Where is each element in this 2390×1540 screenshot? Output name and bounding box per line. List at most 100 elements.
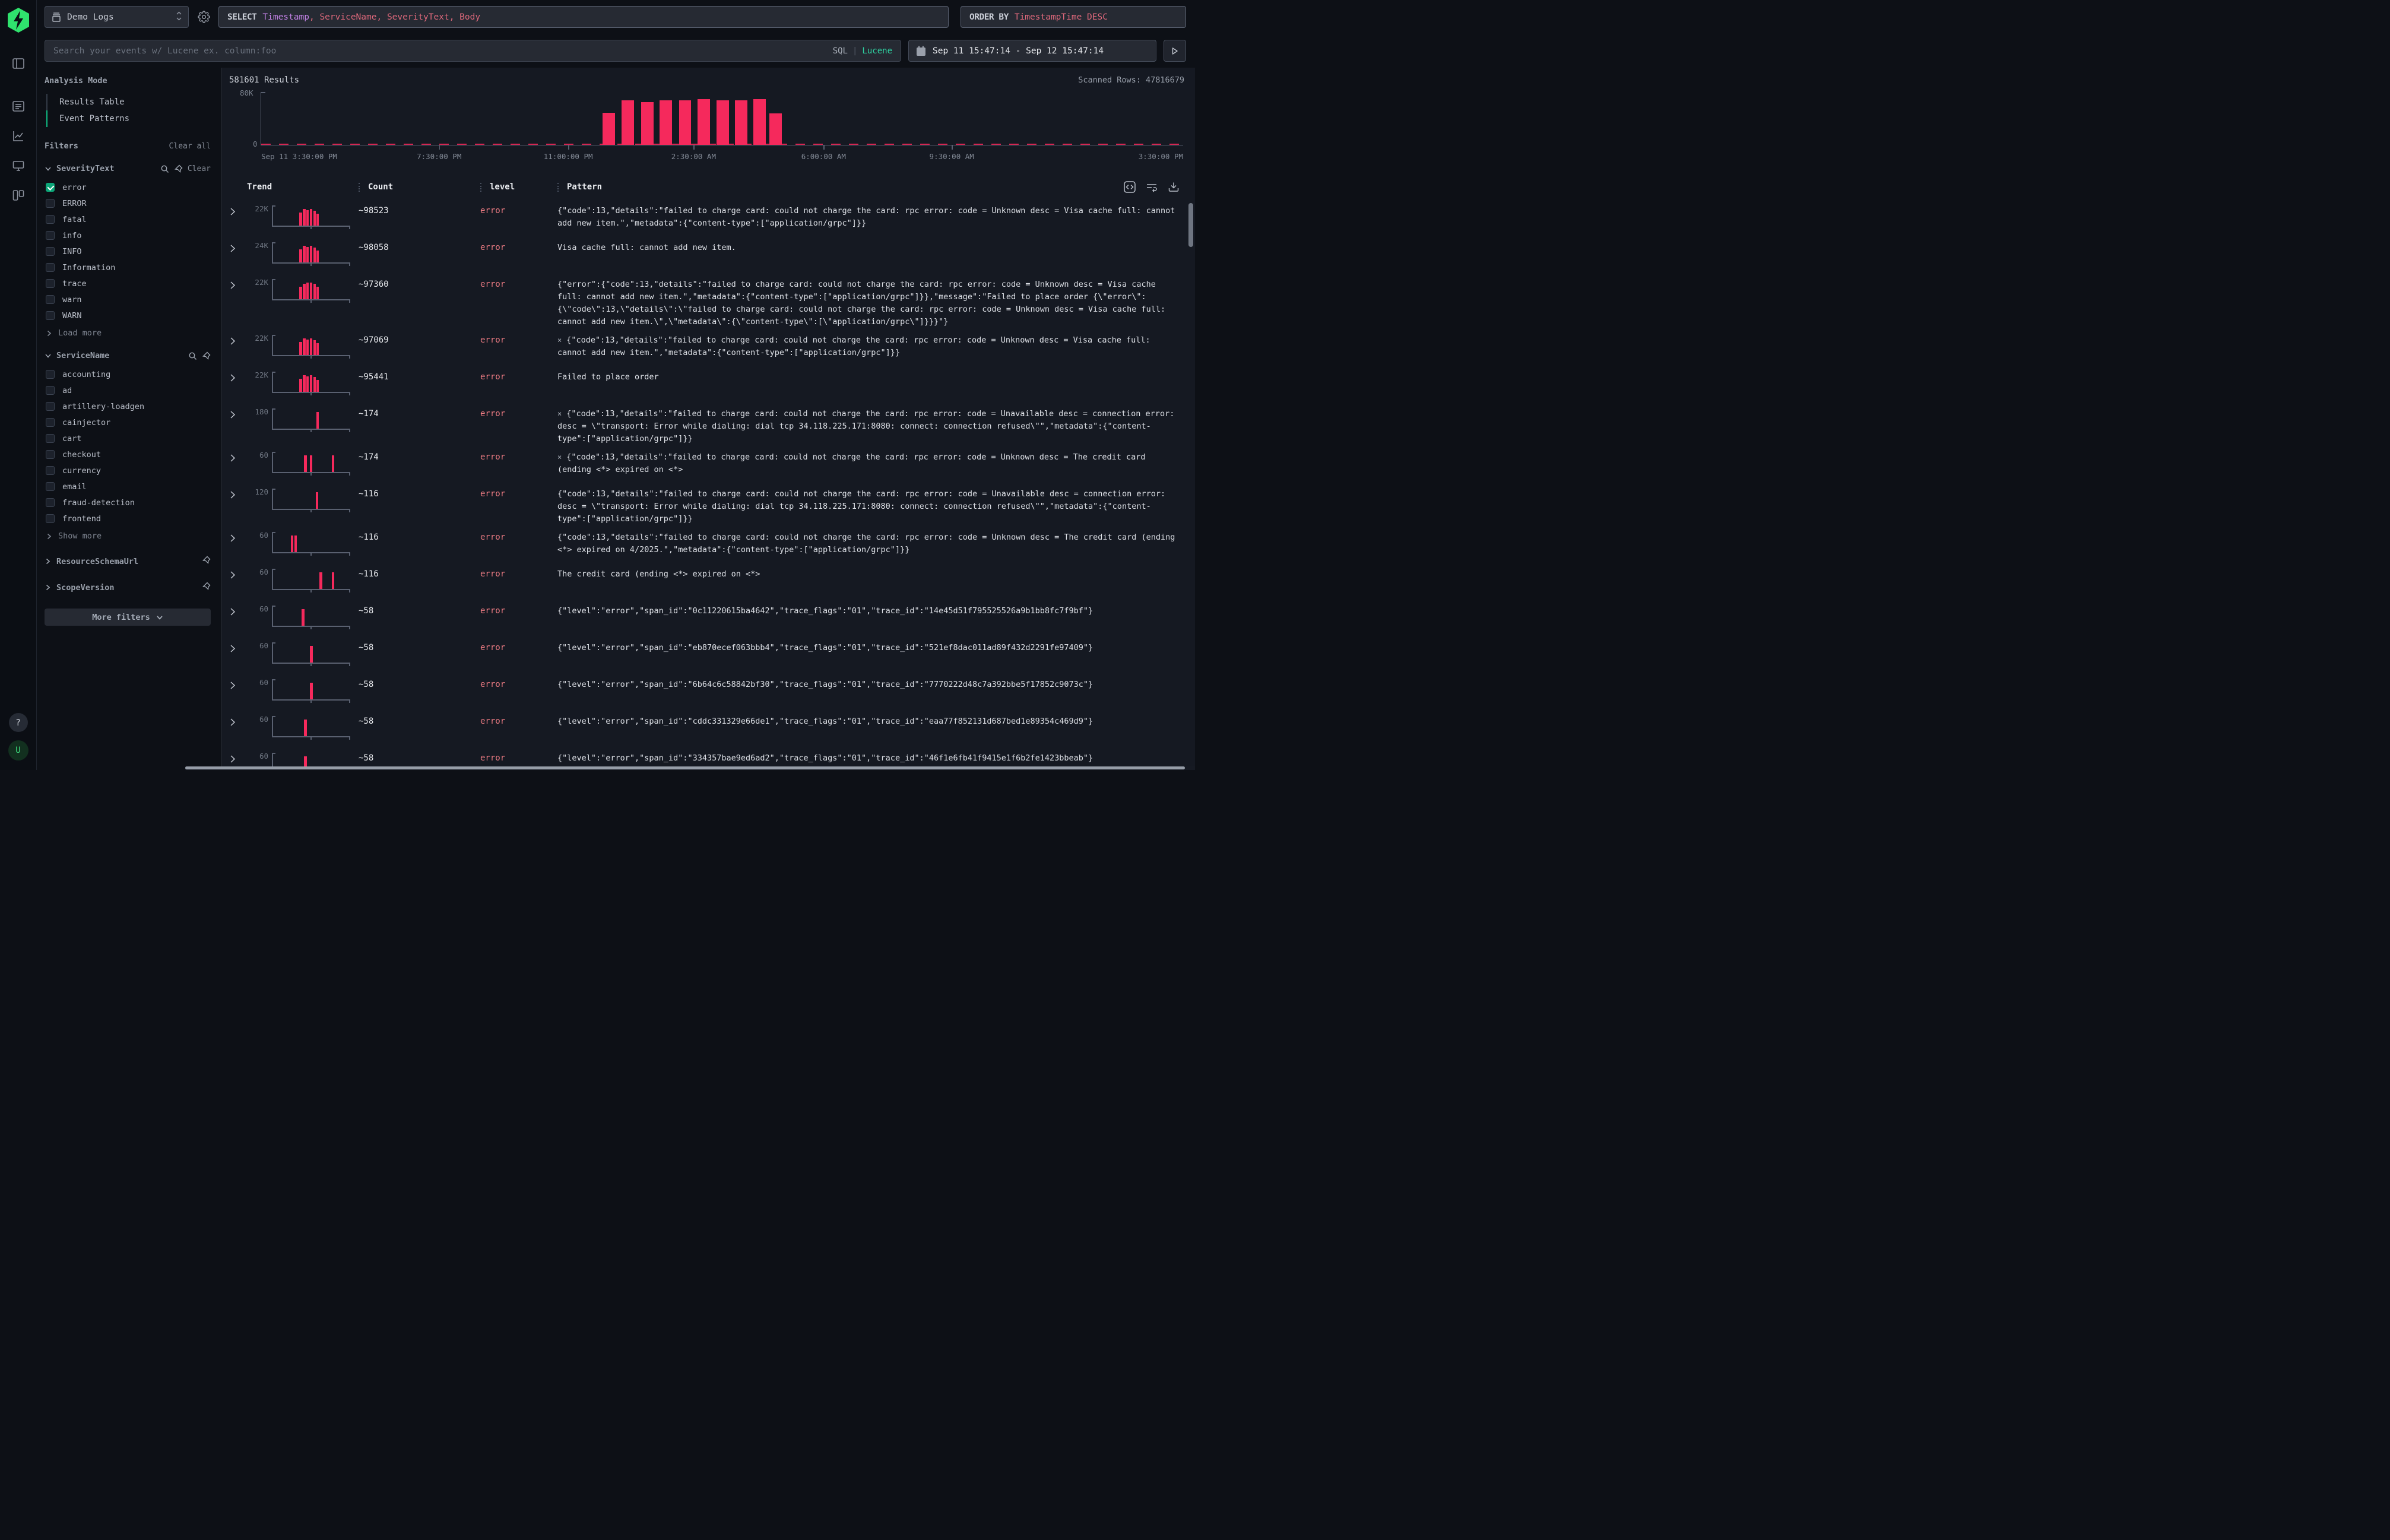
expand-chevron-icon[interactable] xyxy=(229,677,247,692)
pattern-row[interactable]: 22K~97069error×{"code":13,"details":"fai… xyxy=(222,328,1195,365)
col-level[interactable]: level xyxy=(480,182,557,192)
checkbox[interactable] xyxy=(46,279,55,288)
user-avatar[interactable]: U xyxy=(8,740,28,761)
filter-option-artillery-loadgen[interactable]: artillery-loadgen xyxy=(46,398,211,414)
checkbox[interactable] xyxy=(46,311,55,320)
help-button[interactable]: ? xyxy=(9,713,28,732)
pattern-row[interactable]: 180~174error×{"code":13,"details":"faile… xyxy=(222,402,1195,445)
checkbox[interactable] xyxy=(46,386,55,395)
service-show-more[interactable]: Show more xyxy=(45,528,211,541)
expand-chevron-icon[interactable] xyxy=(229,204,247,218)
daterange-picker[interactable]: Sep 11 15:47:14 - Sep 12 15:47:14 xyxy=(908,40,1156,62)
checkbox[interactable] xyxy=(46,295,55,304)
dismiss-x-icon[interactable]: × xyxy=(557,410,562,418)
panel-left-icon[interactable] xyxy=(11,56,26,71)
clear-all-filters-button[interactable]: Clear all xyxy=(169,142,211,151)
expand-chevron-icon[interactable] xyxy=(229,333,247,348)
wrap-text-icon[interactable] xyxy=(1146,181,1158,193)
chart-icon[interactable] xyxy=(11,128,26,144)
facet-pin-icon[interactable] xyxy=(202,582,211,593)
histogram-bar[interactable] xyxy=(753,99,766,145)
histogram-bar[interactable] xyxy=(717,100,729,145)
filter-option-currency[interactable]: currency xyxy=(46,462,211,479)
checkbox[interactable] xyxy=(46,498,55,507)
facet-resourceschemaurl-header[interactable]: ResourceSchemaUrl xyxy=(45,556,211,567)
filter-option-ad[interactable]: ad xyxy=(46,382,211,398)
dismiss-x-icon[interactable]: × xyxy=(557,453,562,461)
severity-load-more[interactable]: Load more xyxy=(45,325,211,338)
expand-chevron-icon[interactable] xyxy=(229,751,247,766)
search-input[interactable]: Search your events w/ Lucene ex. column:… xyxy=(45,40,901,62)
checkbox[interactable] xyxy=(46,450,55,459)
filter-option-INFO[interactable]: INFO xyxy=(46,243,211,259)
facet-pin-icon[interactable] xyxy=(202,556,211,567)
pattern-row[interactable]: 60~116errorThe credit card (ending <*> e… xyxy=(222,562,1195,599)
more-filters-button[interactable]: More filters xyxy=(45,609,211,626)
histogram-bar[interactable] xyxy=(660,100,672,145)
expand-chevron-icon[interactable] xyxy=(229,487,247,502)
checkbox[interactable] xyxy=(46,466,55,475)
expand-chevron-icon[interactable] xyxy=(229,604,247,619)
filter-option-trace[interactable]: trace xyxy=(46,275,211,291)
filter-option-cart[interactable]: cart xyxy=(46,430,211,446)
mode-lucene[interactable]: Lucene xyxy=(862,46,892,56)
filter-option-Information[interactable]: Information xyxy=(46,259,211,275)
checkbox[interactable] xyxy=(46,418,55,427)
board-icon[interactable] xyxy=(11,188,26,203)
expand-chevron-icon[interactable] xyxy=(229,450,247,465)
facet-pin-icon[interactable] xyxy=(174,164,183,173)
results-histogram[interactable]: 80K 0 Sep 11 3:30:00 PM7:30:00 PM11:00:0… xyxy=(229,92,1184,166)
filter-option-error[interactable]: error xyxy=(46,179,211,195)
pattern-row[interactable]: 22K~97360error{"error":{"code":13,"detai… xyxy=(222,272,1195,328)
facet-search-icon[interactable] xyxy=(160,164,169,173)
pattern-row[interactable]: 60~58error{"level":"error","span_id":"cd… xyxy=(222,709,1195,746)
expand-chevron-icon[interactable] xyxy=(229,567,247,582)
run-query-button[interactable] xyxy=(1164,40,1186,62)
filter-option-frontend[interactable]: frontend xyxy=(46,511,211,527)
checkbox[interactable] xyxy=(46,434,55,443)
monitor-icon[interactable] xyxy=(11,158,26,173)
expand-chevron-icon[interactable] xyxy=(229,240,247,255)
pattern-row[interactable]: 22K~95441errorFailed to place order xyxy=(222,365,1195,402)
dismiss-x-icon[interactable]: × xyxy=(557,336,562,344)
expand-chevron-icon[interactable] xyxy=(229,370,247,385)
pattern-row[interactable]: 60~58error{"level":"error","span_id":"eb… xyxy=(222,636,1195,673)
col-count[interactable]: Count xyxy=(359,182,480,192)
analysis-mode-tab-results-table[interactable]: Results Table xyxy=(46,94,211,110)
checkbox[interactable] xyxy=(46,402,55,411)
filter-option-ERROR[interactable]: ERROR xyxy=(46,195,211,211)
histogram-bar[interactable] xyxy=(735,100,747,145)
pattern-row[interactable]: 120~116error{"code":13,"details":"failed… xyxy=(222,482,1195,525)
pattern-row[interactable]: 60~116error{"code":13,"details":"failed … xyxy=(222,525,1195,562)
histogram-bar[interactable] xyxy=(622,100,634,145)
filter-option-checkout[interactable]: checkout xyxy=(46,446,211,462)
checkbox[interactable] xyxy=(46,199,55,208)
facet-search-icon[interactable] xyxy=(188,351,197,360)
logs-icon[interactable] xyxy=(11,99,26,114)
filter-option-fatal[interactable]: fatal xyxy=(46,211,211,227)
facet-servicename-header[interactable]: ServiceName xyxy=(45,351,211,360)
pattern-row[interactable]: 60~174error×{"code":13,"details":"failed… xyxy=(222,445,1195,482)
filter-option-fraud-detection[interactable]: fraud-detection xyxy=(46,495,211,511)
pattern-row[interactable]: 24K~98058errorVisa cache full: cannot ad… xyxy=(222,236,1195,272)
histogram-bar[interactable] xyxy=(698,99,710,145)
checkbox-checked[interactable] xyxy=(46,183,55,192)
col-pattern[interactable]: Pattern xyxy=(557,182,1124,192)
pattern-row[interactable]: 60~58error{"level":"error","span_id":"6b… xyxy=(222,673,1195,709)
pattern-row[interactable]: 22K~98523error{"code":13,"details":"fail… xyxy=(222,199,1195,236)
filter-option-WARN[interactable]: WARN xyxy=(46,308,211,324)
filter-option-info[interactable]: info xyxy=(46,227,211,243)
horizontal-scrollbar[interactable] xyxy=(185,766,1195,770)
filter-option-accounting[interactable]: accounting xyxy=(46,366,211,382)
checkbox[interactable] xyxy=(46,514,55,523)
checkbox[interactable] xyxy=(46,263,55,272)
histogram-bar[interactable] xyxy=(603,113,615,145)
checkbox[interactable] xyxy=(46,247,55,256)
filter-option-cainjector[interactable]: cainjector xyxy=(46,414,211,430)
pattern-row[interactable]: 60~58error{"level":"error","span_id":"0c… xyxy=(222,599,1195,636)
checkbox[interactable] xyxy=(46,231,55,240)
facet-clear-button[interactable]: Clear xyxy=(188,164,211,173)
facet-pin-icon[interactable] xyxy=(202,351,211,360)
checkbox[interactable] xyxy=(46,482,55,491)
download-icon[interactable] xyxy=(1168,181,1180,193)
